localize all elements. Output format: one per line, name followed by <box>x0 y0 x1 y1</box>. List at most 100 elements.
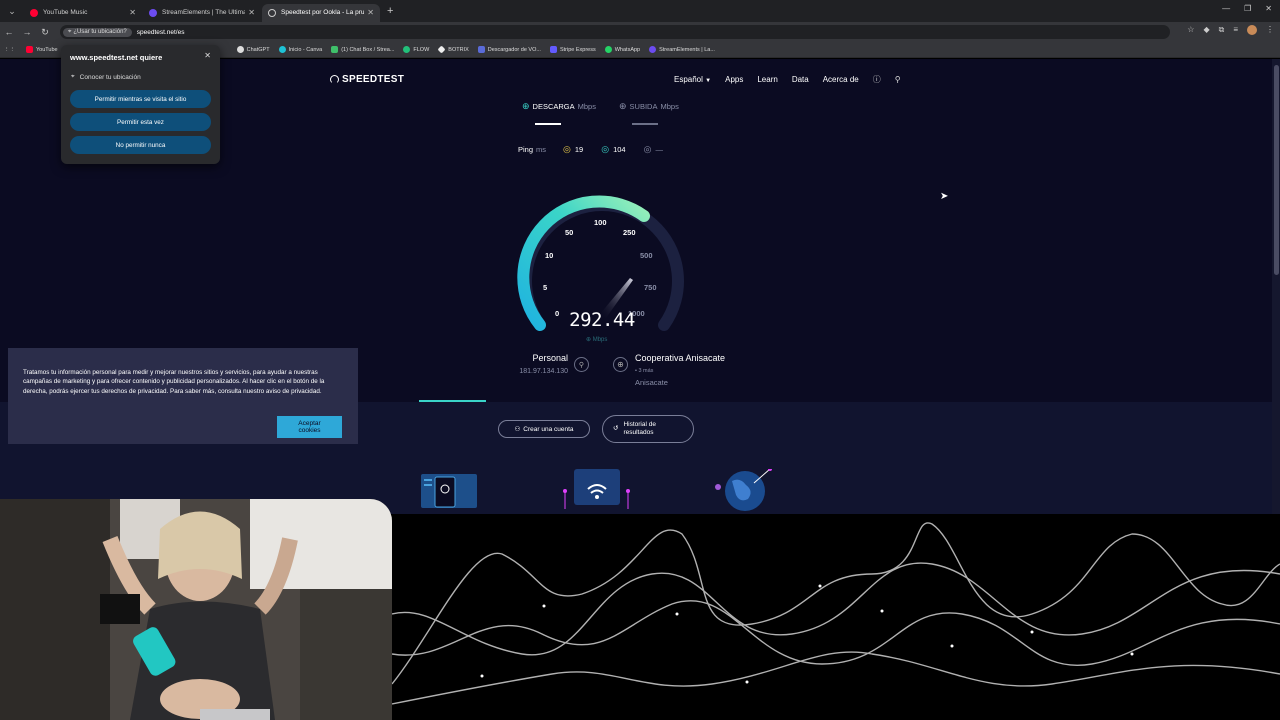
allow-this-time-button[interactable]: Permitir esta vez <box>70 113 211 131</box>
accept-cookies-button[interactable]: Aceptar cookies <box>277 416 342 438</box>
bookmark-chatgpt[interactable]: ChatGPT <box>236 46 270 53</box>
add-user-icon: ⚇ <box>514 426 521 433</box>
extension-icon[interactable]: ◆ <box>1203 25 1209 35</box>
globe-icon: ⊕ <box>613 357 628 372</box>
upload-tab[interactable]: ⊕ SUBIDA Mbps <box>619 101 679 112</box>
close-tab-icon[interactable]: ✕ <box>129 8 136 17</box>
url-text[interactable]: speedtest.net/es <box>137 29 185 36</box>
address-bar[interactable]: ⌖ ¿Usar tu ubicación? speedtest.net/es <box>60 25 1170 39</box>
canva-icon <box>278 46 286 53</box>
bookmark-label: Descargador de VO... <box>487 46 541 53</box>
user-icon[interactable]: ⚲ <box>895 75 901 84</box>
permission-row: ⌖ Conocer tu ubicación <box>71 73 141 81</box>
bookmark-stripe[interactable]: Stripe Express <box>549 46 596 53</box>
nav-about[interactable]: Acerca de <box>823 75 859 84</box>
bookmark-descargador[interactable]: Descargador de VO... <box>477 46 541 53</box>
brand-name: SPEEDTEST <box>342 74 405 85</box>
accept-line-2: cookies <box>298 427 321 434</box>
streamelements-icon <box>649 46 657 53</box>
webcam-person-image <box>0 499 392 720</box>
cookie-text: Tratamos tu información personal para me… <box>23 369 325 395</box>
nav-apps[interactable]: Apps <box>725 75 743 84</box>
speedtest-logo-icon <box>330 75 339 84</box>
nav-learn[interactable]: Learn <box>757 75 777 84</box>
close-icon[interactable]: ✕ <box>204 51 211 60</box>
extensions-puzzle-icon[interactable]: ⧉ <box>1219 25 1225 35</box>
bookmark-label: ChatGPT <box>246 46 270 53</box>
bookmark-label: Inicio - Canva <box>288 46 323 53</box>
reload-icon[interactable]: ↻ <box>36 27 54 38</box>
gauge-tick-100: 100 <box>594 218 607 227</box>
tab-youtube-music[interactable]: YouTube Music ✕ <box>24 4 142 22</box>
chevron-down-icon: ▼ <box>705 78 712 84</box>
profile-avatar[interactable] <box>1247 25 1257 35</box>
browser-toolbar: ← → ↻ ⌖ ¿Usar tu ubicación? speedtest.net… <box>0 22 1280 42</box>
bookmark-canva[interactable]: Inicio - Canva <box>278 46 323 53</box>
bookmark-label: FLOW <box>413 46 430 53</box>
client-label: Personal <box>532 353 568 363</box>
current-speed-value: 292.44 <box>569 309 635 331</box>
cookie-banner: Tratamos tu información personal para me… <box>8 348 358 444</box>
tab-streamelements[interactable]: StreamElements | The Ultimate ✕ <box>143 4 261 22</box>
user-icon: ⚲ <box>574 357 589 372</box>
bookmark-streamelements[interactable]: StreamElements | La... <box>649 46 715 53</box>
nav-data[interactable]: Data <box>792 75 809 84</box>
screen: ⌄ YouTube Music ✕ StreamElements | The U… <box>0 0 1280 720</box>
history-icon: ↺ <box>613 424 619 432</box>
tab-title: YouTube Music <box>43 9 88 16</box>
speedtest-logo[interactable]: SPEEDTEST <box>330 74 404 85</box>
close-window-icon[interactable]: ✕ <box>1265 4 1272 13</box>
botrix-icon <box>437 45 446 54</box>
flow-icon <box>403 46 411 53</box>
nav-language[interactable]: Español ▼ <box>674 75 711 84</box>
window-controls: — ❐ ✕ <box>1222 4 1272 13</box>
close-tab-icon[interactable]: ✕ <box>367 8 374 17</box>
restore-icon[interactable]: ❐ <box>1244 4 1251 13</box>
ping-label: Ping <box>518 145 534 154</box>
ping-download-value: 104 <box>613 145 626 154</box>
download-tab[interactable]: ⊕ DESCARGA Mbps <box>522 101 596 112</box>
scrollbar-thumb[interactable] <box>1274 65 1279 275</box>
bookmark-whatsapp[interactable]: WhatsApp <box>604 46 641 53</box>
bookmark-label: Stripe Express <box>559 46 596 53</box>
location-permission-chip[interactable]: ⌖ ¿Usar tu ubicación? <box>63 27 132 37</box>
download-small-icon: ⊕ <box>586 337 592 343</box>
history-line-2: resultados <box>623 429 654 436</box>
bookmark-star-icon[interactable]: ☆ <box>1187 25 1194 35</box>
create-account-label: Crear una cuenta <box>523 425 574 433</box>
help-icon[interactable]: ⓘ <box>873 74 881 85</box>
tab-search-icon[interactable]: ⌄ <box>4 3 20 19</box>
back-icon[interactable]: ← <box>0 27 18 37</box>
gauge-fill-arc <box>517 195 650 331</box>
results-history-button[interactable]: ↺ Historial de resultados <box>602 415 694 443</box>
server-name[interactable]: Cooperativa Anisacate <box>635 353 725 363</box>
create-account-button[interactable]: ⚇ Crear una cuenta <box>498 420 590 438</box>
bookmark-chatbox[interactable]: (1) Chat Box / Strea... <box>331 46 394 53</box>
new-tab-icon[interactable]: + <box>387 5 393 17</box>
browser-tab-bar: ⌄ YouTube Music ✕ StreamElements | The U… <box>0 0 1280 22</box>
apps-grid-icon[interactable]: ⋮⋮ <box>4 47 15 53</box>
idle-ping-icon: ◎ <box>563 144 571 154</box>
location-chip-label: ¿Usar tu ubicación? <box>73 29 127 35</box>
speedtest-icon <box>268 8 276 17</box>
upload-ping-icon: ◎ <box>643 144 652 154</box>
close-tab-icon[interactable]: ✕ <box>248 8 255 17</box>
never-allow-button[interactable]: No permitir nunca <box>70 136 211 154</box>
minimize-icon[interactable]: — <box>1222 4 1230 13</box>
bookmark-botrix[interactable]: BOTRIX <box>437 45 469 54</box>
gauge-tick-5: 5 <box>543 283 547 292</box>
gauge-tick-0: 0 <box>555 309 559 318</box>
bookmark-label: WhatsApp <box>614 46 641 53</box>
youtube-music-icon <box>30 8 38 17</box>
media-icon[interactable]: ≡ <box>1233 25 1238 35</box>
page-scrollbar[interactable] <box>1272 59 1280 514</box>
gauge-tick-50: 50 <box>565 228 573 237</box>
tab-speedtest[interactable]: Speedtest por Ookla - La prueb ✕ <box>262 3 380 22</box>
bookmark-flow[interactable]: FLOW <box>403 46 429 53</box>
allow-while-visiting-button[interactable]: Permitir mientras se visita el sitio <box>70 90 211 108</box>
bookmark-youtube[interactable]: YouTube <box>26 46 58 53</box>
menu-icon[interactable]: ⋮ <box>1266 25 1274 35</box>
location-pin-icon: ⌖ <box>71 73 75 80</box>
forward-icon[interactable]: → <box>18 27 36 37</box>
server-more-link[interactable]: • 3 más <box>635 368 725 374</box>
